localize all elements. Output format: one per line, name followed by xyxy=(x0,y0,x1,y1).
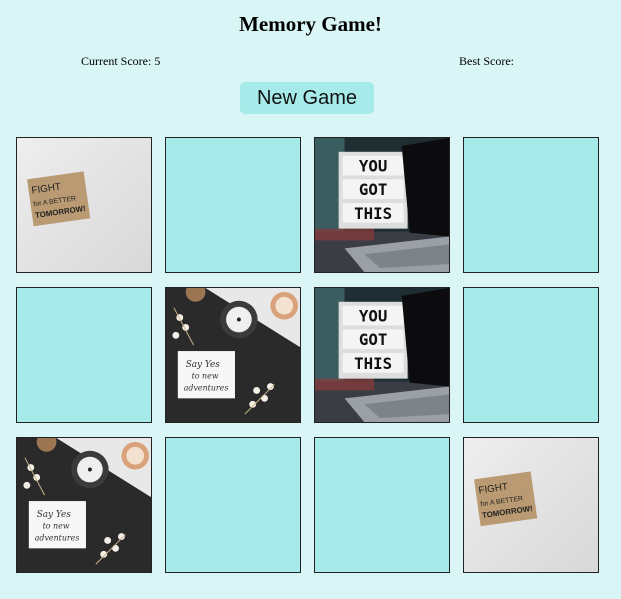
best-score: Best Score: xyxy=(459,54,514,68)
card-you-got-this[interactable]: YOU GOT THIS xyxy=(314,287,450,423)
card-hidden[interactable] xyxy=(16,287,152,423)
svg-text:adventures: adventures xyxy=(35,533,80,542)
svg-text:Say Yes: Say Yes xyxy=(186,360,220,370)
card-say-yes-candles[interactable]: Say Yes to new adventures xyxy=(16,437,152,573)
say-yes-candles-image: Say Yes to new adventures xyxy=(17,438,151,572)
svg-text:adventures: adventures xyxy=(184,383,229,392)
svg-text:to new: to new xyxy=(192,372,219,381)
svg-text:to new: to new xyxy=(43,522,70,531)
card-hidden[interactable] xyxy=(165,437,301,573)
svg-text:YOU: YOU xyxy=(359,307,387,326)
new-game-button[interactable]: New Game xyxy=(240,82,374,114)
page-title: Memory Game! xyxy=(239,12,382,36)
card-say-yes-candles[interactable]: Say Yes to new adventures xyxy=(165,287,301,423)
svg-text:GOT: GOT xyxy=(359,330,387,349)
card-hidden[interactable] xyxy=(463,137,599,273)
svg-text:Say Yes: Say Yes xyxy=(37,510,71,520)
card-fight-note[interactable]: FIGHT for A BETTER TOMORROW! xyxy=(463,437,599,573)
card-hidden[interactable] xyxy=(463,287,599,423)
card-hidden[interactable] xyxy=(165,137,301,273)
fight-note-image: FIGHTfor A BETTERTOMORROW! xyxy=(464,438,598,572)
you-got-this-image: YOU GOT THIS xyxy=(315,288,449,422)
you-got-this-image: YOU GOT THIS xyxy=(315,138,449,272)
say-yes-candles-image: Say Yes to new adventures xyxy=(166,288,300,422)
svg-text:YOU: YOU xyxy=(359,157,387,176)
fight-note-image: FIGHTfor A BETTERTOMORROW! xyxy=(17,138,151,272)
card-grid: FIGHT for A BETTER TOMORROW! YOU GOT THIS Say … xyxy=(16,137,599,573)
svg-text:THIS: THIS xyxy=(354,204,392,223)
current-score: Current Score: 5 xyxy=(81,54,161,68)
svg-text:GOT: GOT xyxy=(359,180,387,199)
svg-text:THIS: THIS xyxy=(354,354,392,373)
card-fight-note[interactable]: FIGHT for A BETTER TOMORROW! xyxy=(16,137,152,273)
card-you-got-this[interactable]: YOU GOT THIS xyxy=(314,137,450,273)
card-hidden[interactable] xyxy=(314,437,450,573)
